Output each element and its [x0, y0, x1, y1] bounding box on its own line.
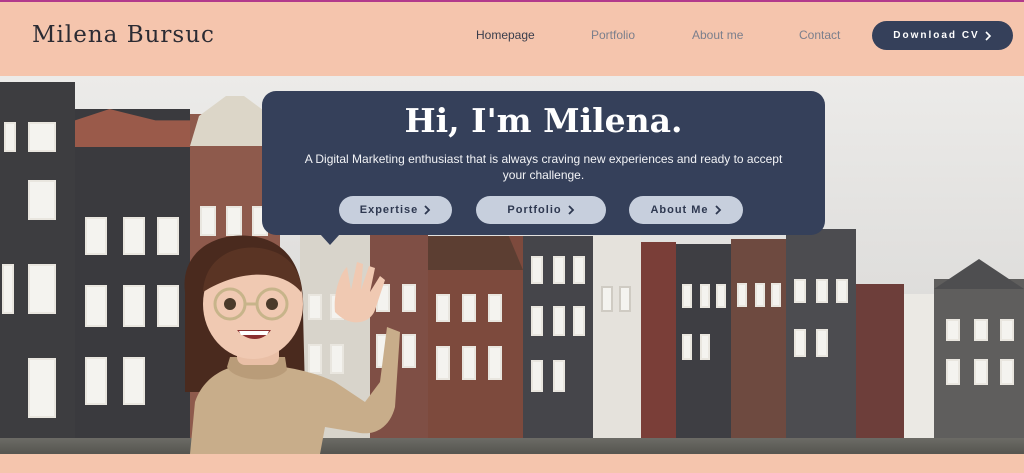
site-header: Milena Bursuc Homepage Portfolio About m… [0, 2, 1024, 76]
nav-portfolio[interactable]: Portfolio [591, 28, 635, 42]
bottom-band [0, 454, 1024, 473]
intro-card: Hi, I'm Milena. A Digital Marketing enth… [262, 91, 825, 245]
canal-house [856, 284, 904, 454]
canal-house [904, 294, 934, 454]
chevron-right-icon [985, 30, 991, 41]
canal-house [428, 236, 523, 454]
hero-subtitle: A Digital Marketing enthusiast that is a… [304, 152, 783, 182]
chevron-right-icon [424, 205, 431, 215]
canal-house [934, 259, 1024, 454]
canal-house [676, 244, 731, 454]
download-cv-button[interactable]: Download CV [872, 21, 1013, 50]
nav-homepage[interactable]: Homepage [476, 28, 535, 42]
chevron-right-icon [714, 205, 721, 215]
download-cv-label: Download CV [893, 30, 980, 41]
about-me-button[interactable]: About Me [629, 196, 743, 224]
canal-house [75, 109, 190, 454]
canal-house [593, 236, 641, 454]
site-brand[interactable]: Milena Bursuc [32, 22, 215, 48]
nav-about-me[interactable]: About me [692, 28, 743, 42]
expertise-button[interactable]: Expertise [339, 196, 452, 224]
nav-contact[interactable]: Contact [799, 28, 840, 42]
canal-water [0, 438, 1024, 454]
portfolio-label: Portfolio [507, 204, 562, 216]
about-me-label: About Me [650, 204, 709, 216]
canal-house [523, 236, 593, 454]
canal-house [731, 239, 786, 454]
expertise-label: Expertise [359, 204, 419, 216]
memoji-avatar [184, 235, 400, 454]
canal-house [641, 242, 676, 454]
canal-house [786, 229, 856, 454]
canal-house [0, 82, 75, 454]
portfolio-button[interactable]: Portfolio [476, 196, 606, 224]
hero-title: Hi, I'm Milena. [404, 101, 683, 140]
chevron-right-icon [567, 205, 574, 215]
